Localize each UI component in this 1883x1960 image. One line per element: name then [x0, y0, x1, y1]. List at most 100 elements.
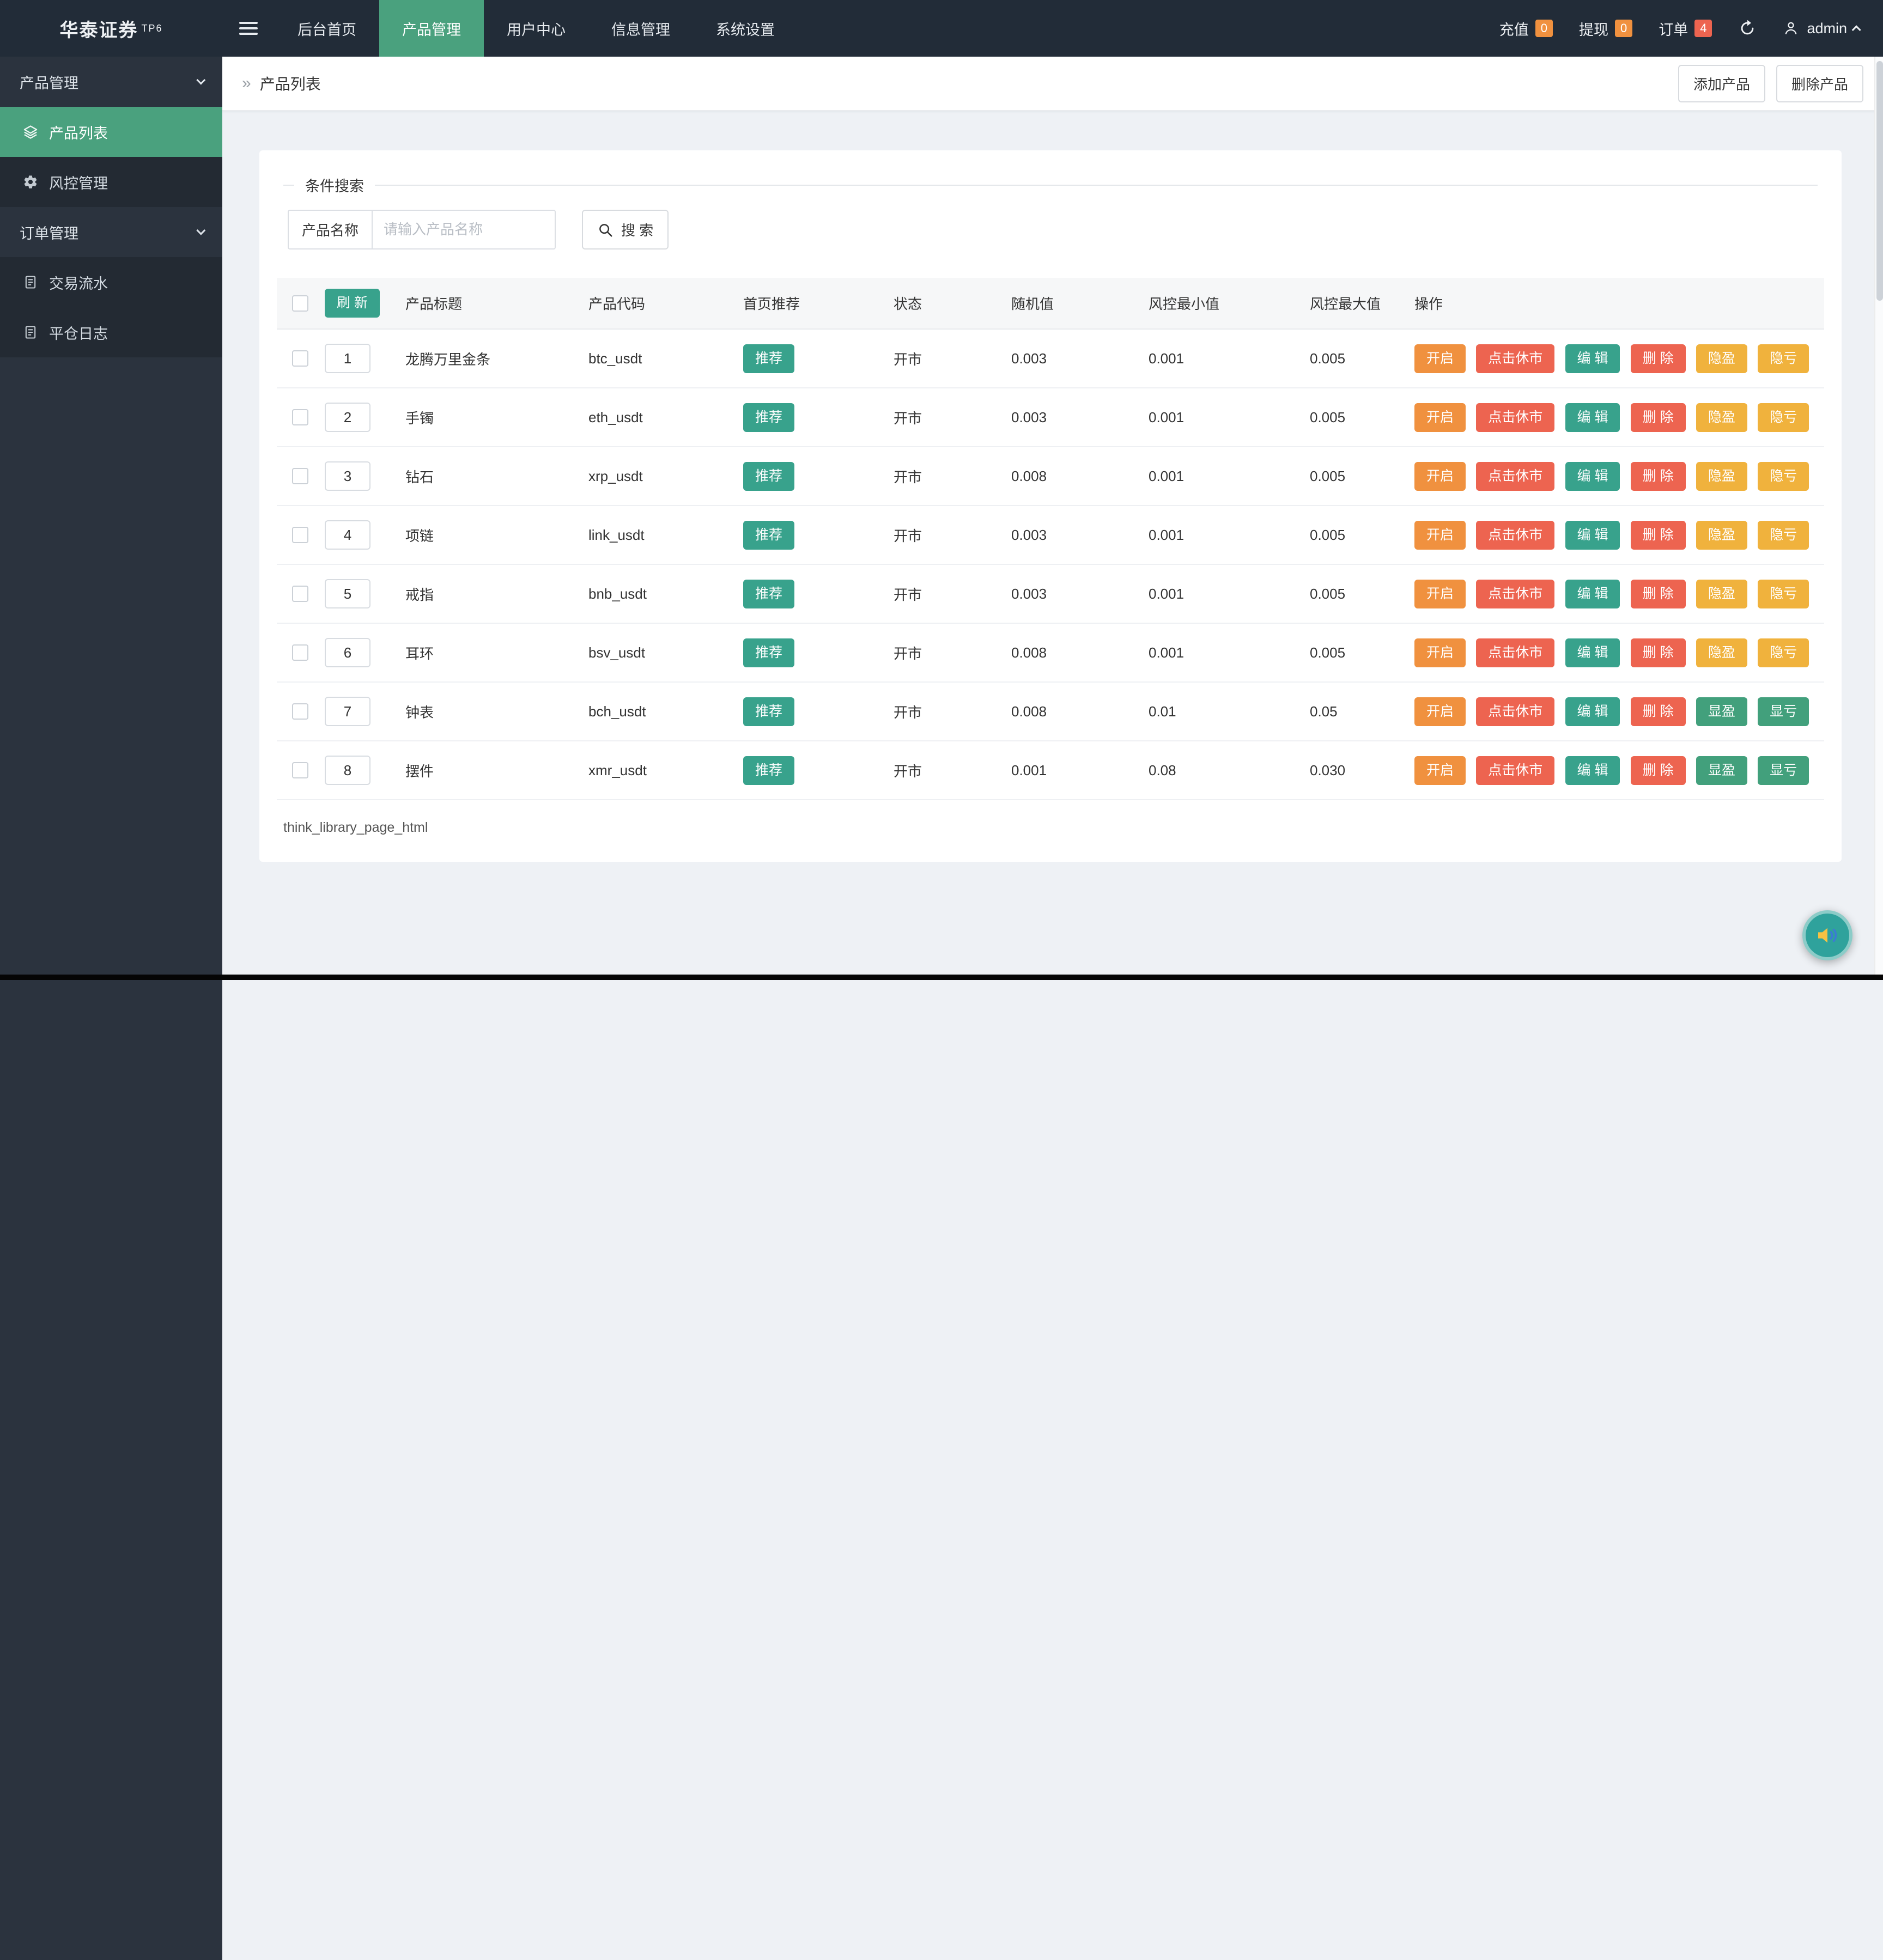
- sidebar-group-products[interactable]: 产品管理: [0, 57, 222, 107]
- search-button[interactable]: 搜 索: [582, 210, 669, 249]
- open-button[interactable]: 开启: [1414, 697, 1466, 726]
- row-checkbox[interactable]: [292, 644, 308, 661]
- sidebar-item-close-position-log[interactable]: 平仓日志: [0, 307, 222, 357]
- row-checkbox[interactable]: [292, 409, 308, 425]
- recommend-button[interactable]: 推荐: [743, 521, 794, 550]
- close-market-button[interactable]: 点击休市: [1476, 756, 1554, 785]
- loss-toggle-button[interactable]: 隐亏: [1758, 344, 1809, 373]
- delete-button[interactable]: 删 除: [1631, 521, 1686, 550]
- profit-toggle-button[interactable]: 隐盈: [1696, 521, 1747, 550]
- edit-button[interactable]: 编 辑: [1565, 462, 1620, 491]
- profit-toggle-button[interactable]: 隐盈: [1696, 344, 1747, 373]
- recommend-button[interactable]: 推荐: [743, 403, 794, 432]
- product-title: 钻石: [405, 447, 588, 506]
- open-button[interactable]: 开启: [1414, 462, 1466, 491]
- sidebar-item-risk-management[interactable]: 风控管理: [0, 157, 222, 207]
- user-menu[interactable]: admin: [1783, 20, 1861, 37]
- close-market-button[interactable]: 点击休市: [1476, 462, 1554, 491]
- close-market-button[interactable]: 点击休市: [1476, 638, 1554, 667]
- sidebar-item-product-list[interactable]: 产品列表: [0, 107, 222, 157]
- scrollbar-thumb[interactable]: [1876, 61, 1883, 301]
- support-widget-button[interactable]: [1802, 910, 1852, 960]
- sort-order-input[interactable]: [325, 461, 370, 491]
- close-market-button[interactable]: 点击休市: [1476, 521, 1554, 550]
- delete-button[interactable]: 删 除: [1631, 462, 1686, 491]
- open-button[interactable]: 开启: [1414, 638, 1466, 667]
- sidebar-group-orders[interactable]: 订单管理: [0, 207, 222, 257]
- open-button[interactable]: 开启: [1414, 521, 1466, 550]
- scrollbar[interactable]: [1874, 57, 1883, 975]
- open-button[interactable]: 开启: [1414, 403, 1466, 432]
- delete-button[interactable]: 删 除: [1631, 403, 1686, 432]
- nav-item-home[interactable]: 后台首页: [275, 0, 379, 57]
- profit-toggle-button[interactable]: 隐盈: [1696, 403, 1747, 432]
- close-market-button[interactable]: 点击休市: [1476, 697, 1554, 726]
- nav-item-product-management[interactable]: 产品管理: [379, 0, 484, 57]
- app-title: 华泰证券: [59, 15, 138, 42]
- close-market-button[interactable]: 点击休市: [1476, 344, 1554, 373]
- nav-item-user-center[interactable]: 用户中心: [484, 0, 588, 57]
- loss-toggle-button[interactable]: 隐亏: [1758, 403, 1809, 432]
- sort-order-input[interactable]: [325, 403, 370, 432]
- recommend-button[interactable]: 推荐: [743, 756, 794, 785]
- profit-toggle-button[interactable]: 隐盈: [1696, 580, 1747, 608]
- refresh-icon[interactable]: [1738, 19, 1757, 38]
- loss-toggle-button[interactable]: 隐亏: [1758, 638, 1809, 667]
- open-button[interactable]: 开启: [1414, 580, 1466, 608]
- edit-button[interactable]: 编 辑: [1565, 697, 1620, 726]
- edit-button[interactable]: 编 辑: [1565, 344, 1620, 373]
- close-market-button[interactable]: 点击休市: [1476, 580, 1554, 608]
- open-button[interactable]: 开启: [1414, 344, 1466, 373]
- recharge-link[interactable]: 充值 0: [1499, 18, 1553, 39]
- nav-item-info-management[interactable]: 信息管理: [588, 0, 693, 57]
- row-checkbox[interactable]: [292, 350, 308, 367]
- sort-order-input[interactable]: [325, 638, 370, 667]
- sort-order-input[interactable]: [325, 579, 370, 608]
- close-market-button[interactable]: 点击休市: [1476, 403, 1554, 432]
- loss-toggle-button[interactable]: 隐亏: [1758, 462, 1809, 491]
- edit-button[interactable]: 编 辑: [1565, 756, 1620, 785]
- sort-order-input[interactable]: [325, 756, 370, 785]
- row-checkbox[interactable]: [292, 703, 308, 720]
- edit-button[interactable]: 编 辑: [1565, 521, 1620, 550]
- profit-toggle-button[interactable]: 显盈: [1696, 756, 1747, 785]
- loss-toggle-button[interactable]: 隐亏: [1758, 580, 1809, 608]
- profit-toggle-button[interactable]: 隐盈: [1696, 462, 1747, 491]
- delete-button[interactable]: 删 除: [1631, 580, 1686, 608]
- row-checkbox[interactable]: [292, 586, 308, 602]
- sort-order-input[interactable]: [325, 697, 370, 726]
- delete-button[interactable]: 删 除: [1631, 638, 1686, 667]
- recommend-button[interactable]: 推荐: [743, 462, 794, 491]
- loss-toggle-button[interactable]: 显亏: [1758, 756, 1809, 785]
- profit-toggle-button[interactable]: 显盈: [1696, 697, 1747, 726]
- nav-item-system-settings[interactable]: 系统设置: [693, 0, 798, 57]
- sidebar-item-transaction-flow[interactable]: 交易流水: [0, 257, 222, 307]
- edit-button[interactable]: 编 辑: [1565, 638, 1620, 667]
- delete-button[interactable]: 删 除: [1631, 756, 1686, 785]
- loss-toggle-button[interactable]: 隐亏: [1758, 521, 1809, 550]
- add-product-button[interactable]: 添加产品: [1678, 65, 1765, 102]
- select-all-checkbox[interactable]: [292, 295, 308, 312]
- recommend-button[interactable]: 推荐: [743, 580, 794, 608]
- sort-order-input[interactable]: [325, 344, 370, 373]
- hamburger-menu-icon[interactable]: [222, 0, 275, 57]
- recommend-button[interactable]: 推荐: [743, 638, 794, 667]
- withdraw-link[interactable]: 提现 0: [1579, 18, 1632, 39]
- loss-toggle-button[interactable]: 显亏: [1758, 697, 1809, 726]
- edit-button[interactable]: 编 辑: [1565, 403, 1620, 432]
- delete-button[interactable]: 删 除: [1631, 344, 1686, 373]
- refresh-table-button[interactable]: 刷 新: [325, 289, 380, 318]
- orders-link[interactable]: 订单 4: [1659, 18, 1712, 39]
- delete-button[interactable]: 删 除: [1631, 697, 1686, 726]
- open-button[interactable]: 开启: [1414, 756, 1466, 785]
- profit-toggle-button[interactable]: 隐盈: [1696, 638, 1747, 667]
- sort-order-input[interactable]: [325, 520, 370, 550]
- edit-button[interactable]: 编 辑: [1565, 580, 1620, 608]
- row-checkbox[interactable]: [292, 527, 308, 543]
- row-checkbox[interactable]: [292, 468, 308, 484]
- product-name-input[interactable]: [373, 210, 556, 249]
- recommend-button[interactable]: 推荐: [743, 344, 794, 373]
- recommend-button[interactable]: 推荐: [743, 697, 794, 726]
- delete-product-button[interactable]: 删除产品: [1776, 65, 1863, 102]
- row-checkbox[interactable]: [292, 762, 308, 778]
